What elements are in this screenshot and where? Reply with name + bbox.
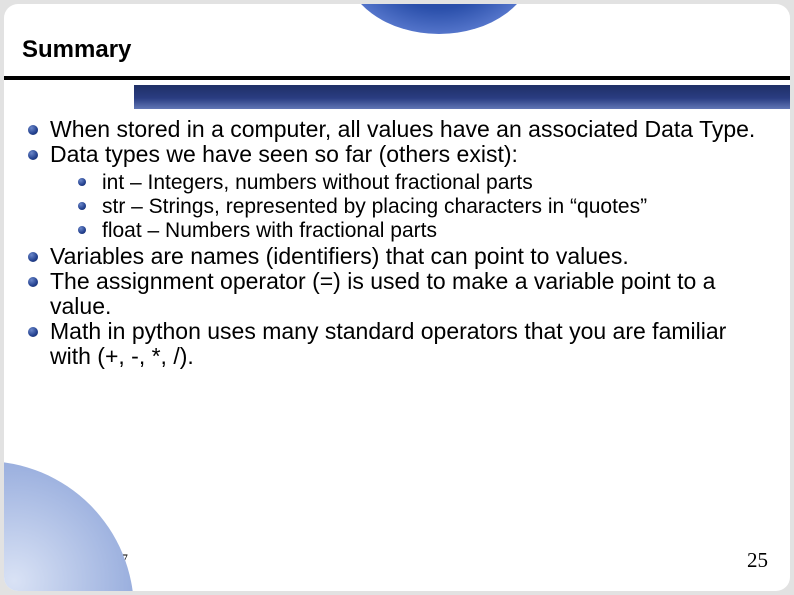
content-area: When stored in a computer, all values ha… xyxy=(22,117,772,369)
footer-page-number: 25 xyxy=(747,548,768,573)
sub-bullet-item: str – Strings, represented by placing ch… xyxy=(22,195,772,219)
bullet-item: When stored in a computer, all values ha… xyxy=(22,117,772,142)
decorative-band xyxy=(134,85,790,109)
title-underline xyxy=(4,76,790,80)
sub-bullet-item: int – Integers, numbers without fraction… xyxy=(22,171,772,195)
sub-bullet-group: int – Integers, numbers without fraction… xyxy=(22,171,772,243)
decorative-bottom-arc xyxy=(4,461,134,591)
bullet-item: The assignment operator (=) is used to m… xyxy=(22,269,772,319)
bullet-item: Math in python uses many standard operat… xyxy=(22,319,772,369)
sub-bullet-item: float – Numbers with fractional parts xyxy=(22,219,772,243)
decorative-top-arc xyxy=(344,4,534,34)
slide: Summary When stored in a computer, all v… xyxy=(4,4,790,591)
slide-title: Summary xyxy=(22,36,131,64)
bullet-item: Data types we have seen so far (others e… xyxy=(22,142,772,167)
bullet-item: Variables are names (identifiers) that c… xyxy=(22,244,772,269)
